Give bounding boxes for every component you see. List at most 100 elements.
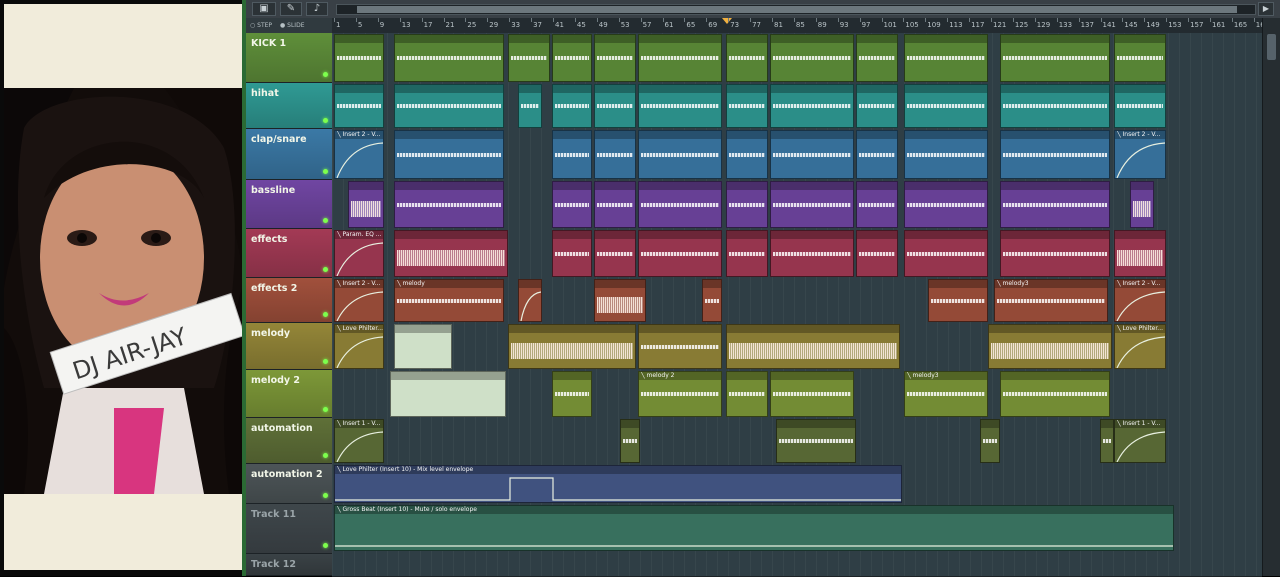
playlist-clip[interactable] — [552, 181, 592, 228]
track-lane[interactable]: ╲ Insert 2 - V... ╲ melody ╲ melody3 ╲ Inse… — [332, 278, 1262, 324]
playlist-clip[interactable] — [394, 34, 504, 82]
playlist-clip[interactable]: ╲ Love Philter... — [334, 324, 384, 369]
playlist-clip[interactable] — [1114, 84, 1166, 128]
playlist-clip[interactable] — [726, 130, 768, 179]
playlist-clip[interactable] — [770, 84, 854, 128]
track-header[interactable]: bassline — [246, 180, 332, 229]
track-mute-led[interactable] — [323, 407, 328, 412]
playlist-clip[interactable] — [394, 230, 508, 277]
playlist-clip[interactable] — [904, 130, 988, 179]
playlist-clip[interactable] — [980, 419, 1000, 463]
playlist-clip[interactable] — [1130, 181, 1154, 228]
track-mute-led[interactable] — [323, 312, 328, 317]
paint-tool-button[interactable]: ♪ — [306, 2, 328, 16]
playlist-clip[interactable] — [1000, 130, 1110, 179]
draw-tool-button[interactable]: ✎ — [280, 2, 302, 16]
playlist-clip[interactable] — [638, 324, 722, 369]
playlist-clip[interactable] — [770, 230, 854, 277]
playlist-clip[interactable] — [770, 181, 854, 228]
playlist-clip[interactable] — [856, 84, 898, 128]
playlist-clip[interactable] — [334, 34, 384, 82]
track-mute-led[interactable] — [323, 453, 328, 458]
playlist-clip[interactable] — [594, 230, 636, 277]
track-lane[interactable]: ╲ Gross Beat (Insert 10) - Mute / solo e… — [332, 504, 1262, 555]
track-mute-led[interactable] — [323, 359, 328, 364]
playlist-clip[interactable] — [904, 34, 988, 82]
playlist-clip[interactable] — [928, 279, 988, 322]
vertical-scrollbar[interactable] — [1262, 18, 1280, 576]
playlist-clip[interactable] — [856, 130, 898, 179]
playlist-clip[interactable] — [508, 324, 636, 369]
playlist-clip[interactable]: ╲ Insert 2 - V... — [334, 279, 384, 322]
track-mute-led[interactable] — [323, 493, 328, 498]
track-lane[interactable]: ╲ melody 2 ╲ melody3 — [332, 370, 1262, 419]
playlist-clip[interactable]: ╲ Insert 2 - V... — [1114, 279, 1166, 322]
playlist-clip[interactable]: ╲ Insert 1 - V... — [1114, 419, 1166, 463]
track-header[interactable]: effects 2 — [246, 278, 332, 323]
playlist-clip[interactable] — [776, 419, 856, 463]
playlist-clip[interactable] — [904, 84, 988, 128]
playlist-clip[interactable]: ╲ Love Philter (Insert 10) - Mix level e… — [334, 465, 902, 503]
track-header[interactable]: KICK 1 — [246, 33, 332, 83]
playlist-clip[interactable] — [726, 84, 768, 128]
playlist-clip[interactable] — [1100, 419, 1114, 463]
playlist-clip[interactable] — [1114, 34, 1166, 82]
playlist-clip[interactable]: ╲ melody3 — [904, 371, 988, 417]
playlist-clip[interactable] — [1000, 34, 1110, 82]
horizontal-scroll-thumb[interactable] — [357, 6, 1237, 13]
playlist-clip[interactable] — [394, 181, 504, 228]
track-mute-led[interactable] — [323, 72, 328, 77]
playlist-clip[interactable] — [518, 279, 542, 322]
playlist-clip[interactable] — [702, 279, 722, 322]
playlist-clip[interactable] — [988, 324, 1112, 369]
playlist-clip[interactable]: ╲ melody — [394, 279, 504, 322]
track-lane[interactable]: ╲ Love Philter... ╲ Love Philter... — [332, 323, 1262, 371]
playlist-clip[interactable]: ╲ Love Philter... — [1114, 324, 1166, 369]
playlist-clip[interactable] — [904, 230, 988, 277]
playlist-clip[interactable] — [508, 34, 550, 82]
track-lane[interactable] — [332, 554, 1262, 577]
playlist-clip[interactable] — [638, 34, 722, 82]
playlist-clip[interactable] — [334, 84, 384, 128]
track-lane[interactable] — [332, 180, 1262, 230]
playlist-clip[interactable] — [904, 181, 988, 228]
playlist-clip[interactable] — [552, 34, 592, 82]
timeline-ruler[interactable]: 1 5 9 13 17 21 25 29 33 37 41 45 49 53 57 61 65 69 73 77 81 8… — [332, 18, 1262, 34]
slide-mode-radio[interactable]: ● SLIDE — [280, 22, 305, 29]
track-mute-led[interactable] — [323, 543, 328, 548]
playlist-clip[interactable] — [394, 84, 504, 128]
track-lane[interactable] — [332, 83, 1262, 130]
playlist-clip[interactable] — [348, 181, 384, 228]
playlist-clip[interactable] — [552, 130, 592, 179]
playlist-clip[interactable] — [638, 181, 722, 228]
track-header[interactable]: hihat — [246, 83, 332, 129]
track-lane[interactable]: ╲ Param. EQ ... — [332, 229, 1262, 279]
playlist-clip[interactable] — [1000, 84, 1110, 128]
playlist-clip[interactable]: ╲ melody3 — [994, 279, 1108, 322]
step-mode-radio[interactable]: ○ STEP — [250, 22, 272, 29]
playlist-clip[interactable]: ╲ Param. EQ ... — [334, 230, 384, 277]
playlist-clip[interactable] — [638, 130, 722, 179]
track-mute-led[interactable] — [323, 218, 328, 223]
playlist-clip[interactable] — [1114, 230, 1166, 277]
playlist-clip[interactable] — [1000, 371, 1110, 417]
track-mute-led[interactable] — [323, 118, 328, 123]
track-header[interactable]: Track 12 — [246, 554, 332, 576]
playlist-clip[interactable] — [594, 181, 636, 228]
playlist-clip[interactable] — [770, 371, 854, 417]
playlist-clip[interactable] — [726, 230, 768, 277]
track-header[interactable]: Track 11 — [246, 504, 332, 554]
playlist-clip[interactable] — [594, 130, 636, 179]
track-header[interactable]: clap/snare — [246, 129, 332, 180]
track-header[interactable]: effects — [246, 229, 332, 278]
playlist-clip[interactable] — [726, 324, 900, 369]
playlist-clip[interactable] — [1000, 230, 1110, 277]
playlist-clip[interactable] — [856, 34, 898, 82]
playlist-clip[interactable]: ╲ Insert 2 - V... — [1114, 130, 1166, 179]
playlist-clip[interactable] — [518, 84, 542, 128]
playlist-clip[interactable]: ╲ Insert 2 - V... — [334, 130, 384, 179]
track-header[interactable]: automation — [246, 418, 332, 464]
playlist-clip[interactable]: ╲ Insert 1 - V... — [334, 419, 384, 463]
playlist-clip[interactable] — [638, 84, 722, 128]
track-lane[interactable] — [332, 33, 1262, 84]
